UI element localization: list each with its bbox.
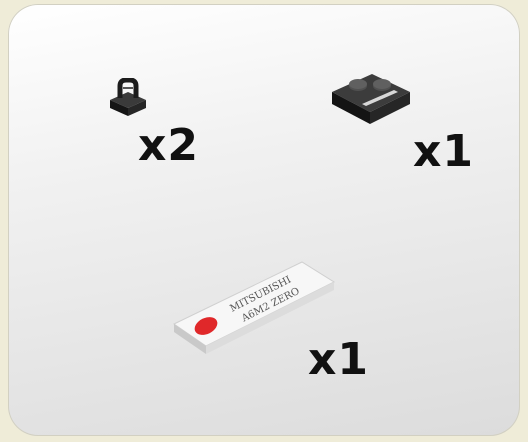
plate-quantity: x1 (413, 126, 474, 177)
printed-tile-quantity: x1 (308, 334, 369, 385)
plate-with-handle-icon (332, 74, 410, 124)
clip-part (104, 78, 152, 120)
plate-part (328, 62, 414, 128)
clip-brick-icon (110, 78, 146, 116)
clip-quantity: x2 (138, 120, 199, 171)
parts-list-panel: x2 x1 MITSUBISHI A6M2 ZERO x1 (8, 4, 520, 436)
